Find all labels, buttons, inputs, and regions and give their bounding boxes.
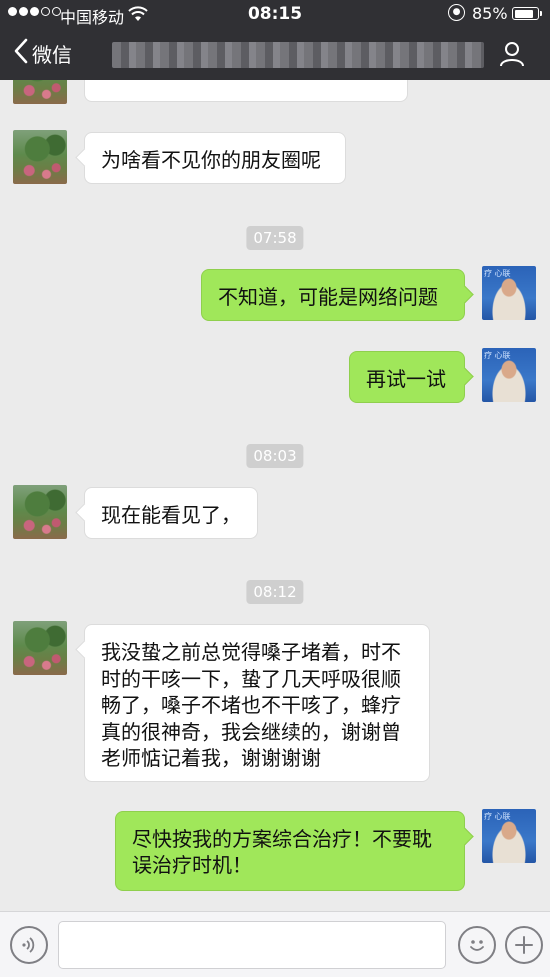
avatar-banner-graphic: 疗 心联	[484, 269, 511, 278]
my-avatar[interactable]: 疗 心联	[482, 266, 536, 320]
message-text-line: 老师惦记着我，谢谢谢谢	[101, 746, 321, 770]
timestamp: 08:03	[246, 444, 304, 468]
my-avatar[interactable]: 疗 心联	[482, 809, 536, 863]
message-text-line: 误治疗时机！	[132, 853, 252, 877]
back-label: 微信	[32, 42, 72, 67]
message-input[interactable]	[58, 921, 446, 969]
rotation-lock-icon: ●	[448, 4, 465, 21]
message-bubble[interactable]: 不知道，可能是网络问题	[201, 269, 465, 321]
avatar-banner-graphic: 疗 心联	[484, 812, 511, 821]
my-avatar[interactable]: 疗 心联	[482, 348, 536, 402]
person-icon	[498, 42, 526, 72]
chevron-left-icon	[14, 38, 28, 68]
back-button[interactable]: 微信	[14, 38, 72, 68]
message-text-line: 时的干咳一下，蛰了几天呼吸很顺	[101, 666, 401, 691]
contact-avatar[interactable]	[13, 485, 67, 539]
battery-fill	[514, 9, 534, 18]
message-text: 现在能看见了，	[101, 503, 241, 527]
emoji-icon	[465, 933, 489, 961]
chat-area[interactable]: 为啥看不见你的朋友圈呢 07:58 疗 心联 不知道，可能是网络问题 疗 心联 …	[0, 80, 550, 911]
message-text: 不知道，可能是网络问题	[218, 285, 438, 309]
more-button[interactable]	[505, 926, 543, 964]
voice-button[interactable]	[10, 926, 48, 964]
plus-icon	[514, 935, 534, 959]
message-text-line: 尽快按我的方案综合治疗！不要耽	[132, 827, 432, 851]
message-bubble-partial[interactable]	[84, 80, 408, 102]
status-bar: 中国移动 08:15 ● 85%	[0, 0, 550, 28]
message-bubble[interactable]: 再试一试	[349, 351, 465, 403]
chat-info-button[interactable]	[498, 40, 526, 72]
battery-percentage: 85%	[472, 4, 508, 23]
avatar-banner-graphic: 疗 心联	[484, 351, 511, 360]
emoji-button[interactable]	[458, 926, 496, 964]
message-text-line: 真的很神奇，我会继续的，谢谢曾	[101, 719, 401, 744]
contact-avatar[interactable]	[13, 130, 67, 184]
timestamp: 08:12	[246, 580, 304, 604]
message-text: 为啥看不见你的朋友圈呢	[101, 148, 321, 172]
battery-icon	[512, 7, 539, 20]
message-text-line: 畅了，嗓子不堵也不干咳了，蜂疗	[101, 693, 401, 717]
message-text: 再试一试	[366, 367, 446, 391]
input-toolbar	[0, 911, 550, 977]
navigation-bar: 中国移动 08:15 ● 85% 微信	[0, 0, 550, 80]
message-bubble[interactable]: 尽快按我的方案综合治疗！不要耽 误治疗时机！	[115, 811, 465, 891]
message-text-line: 我没蛰之前总觉得嗓子堵着，时不	[101, 640, 401, 664]
message-bubble[interactable]: 现在能看见了，	[84, 487, 258, 539]
voice-icon	[20, 936, 38, 958]
status-time: 08:15	[247, 4, 303, 24]
chat-title-redacted	[112, 42, 484, 68]
contact-avatar[interactable]	[13, 621, 67, 675]
battery-tip	[540, 11, 542, 16]
timestamp: 07:58	[246, 226, 304, 250]
contact-avatar[interactable]	[13, 80, 67, 104]
message-bubble[interactable]: 为啥看不见你的朋友圈呢	[84, 132, 346, 184]
message-bubble[interactable]: 我没蛰之前总觉得嗓子堵着，时不 时的干咳一下，蛰了几天呼吸很顺 畅了，嗓子不堵也…	[84, 624, 430, 782]
